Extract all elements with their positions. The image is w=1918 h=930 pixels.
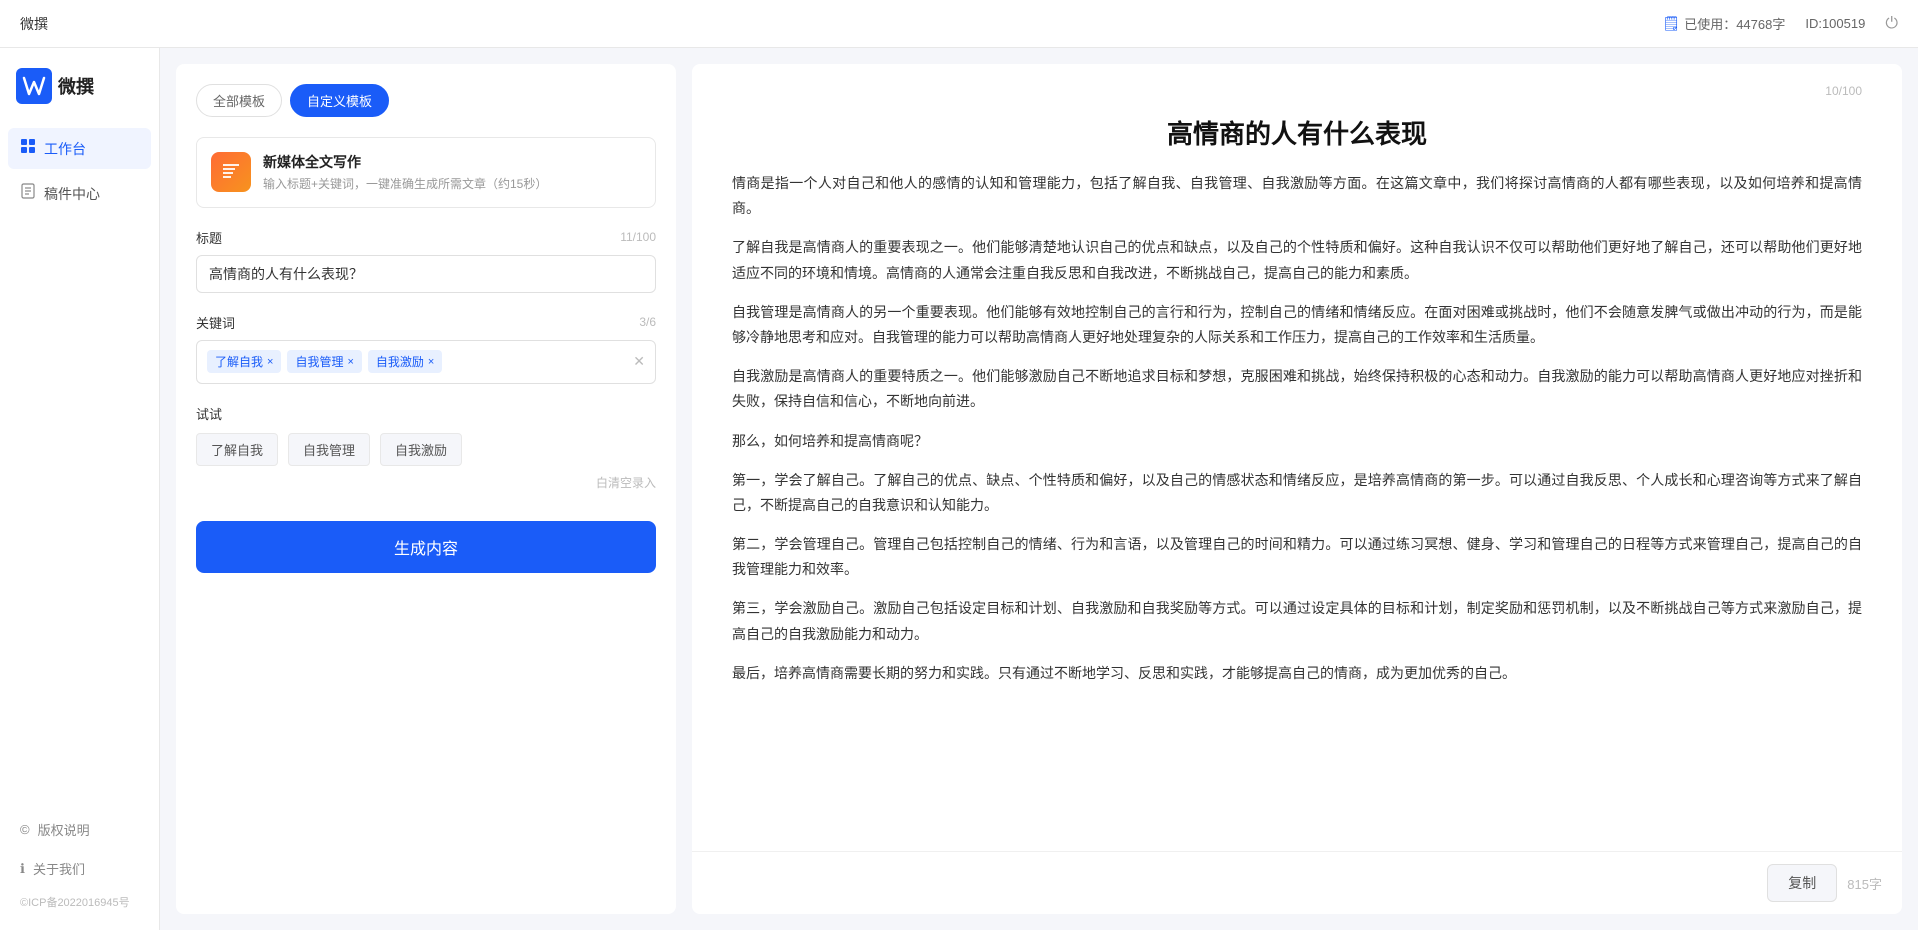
keyword-tag-1-remove[interactable]: ×	[267, 356, 273, 368]
content-area: ◀ 全部模板 自定义模板 新媒体全文写作 输入标题+关键词，一键准确生成所需文章…	[160, 48, 1918, 930]
tab-all-templates[interactable]: 全部模板	[196, 84, 282, 117]
preview-footer: 复制 815字	[692, 851, 1902, 914]
title-label-row: 标题 11/100	[196, 228, 656, 247]
keywords-count: 3/6	[639, 315, 656, 329]
template-info: 新媒体全文写作 输入标题+关键词，一键准确生成所需文章（约15秒）	[263, 152, 641, 193]
preview-para-1: 情商是指一个人对自己和他人的感情的认知和管理能力，包括了解自我、自我管理、自我激…	[732, 171, 1862, 221]
info-icon: ℹ	[20, 861, 25, 877]
preview-header: 10/100	[692, 64, 1902, 98]
keyword-tag-2[interactable]: 自我管理 ×	[287, 350, 361, 373]
sidebar-item-copyright[interactable]: © 版权说明	[8, 812, 151, 847]
try-label: 试试	[196, 404, 656, 423]
template-icon	[211, 152, 251, 192]
right-panel: 10/100 高情商的人有什么表现 情商是指一个人对自己和他人的感情的认知和管理…	[692, 64, 1902, 914]
power-icon[interactable]: ⏻	[1885, 15, 1898, 33]
title-count: 11/100	[620, 230, 656, 244]
workbench-icon	[20, 138, 36, 159]
preview-para-6: 第一，学会了解自己。了解自己的优点、缺点、个性特质和偏好，以及自己的情感状态和情…	[732, 468, 1862, 518]
topbar-title: 微撰	[20, 14, 48, 34]
title-label: 标题	[196, 228, 222, 247]
try-tags: 了解自我 自我管理 自我激励	[196, 433, 656, 466]
drafts-icon	[20, 183, 36, 204]
preview-para-5: 那么，如何培养和提高情商呢？	[732, 429, 1862, 454]
preview-para-9: 最后，培养高情商需要长期的努力和实践。只有通过不断地学习、反思和实践，才能够提高…	[732, 661, 1862, 686]
keyword-tag-1-text: 了解自我	[215, 353, 263, 370]
logo-area: 微撰	[0, 68, 159, 128]
usage-text: 已使用：44768字	[1684, 14, 1785, 33]
keyword-tag-1[interactable]: 了解自我 ×	[207, 350, 281, 373]
sidebar: 微撰 工作台	[0, 48, 160, 930]
document-icon: 🗒	[1662, 15, 1680, 32]
try-tag-2[interactable]: 自我管理	[288, 433, 370, 466]
preview-para-8: 第三，学会激励自己。激励自己包括设定目标和计划、自我激励和自我奖励等方式。可以通…	[732, 596, 1862, 646]
preview-para-3: 自我管理是高情商人的另一个重要表现。他们能够有效地控制自己的言行和行为，控制自己…	[732, 300, 1862, 350]
sidebar-item-drafts-label: 稿件中心	[44, 184, 100, 204]
keywords-label-row: 关键词 3/6	[196, 313, 656, 332]
topbar-id: ID:100519	[1805, 16, 1865, 31]
topbar: 微撰 🗒 已使用：44768字 ID:100519 ⏻	[0, 0, 1918, 48]
sidebar-nav: 工作台 稿件中心	[0, 128, 159, 214]
preview-para-4: 自我激励是高情商人的重要特质之一。他们能够激励自己不断地追求目标和梦想，克服困难…	[732, 364, 1862, 414]
tab-custom-templates[interactable]: 自定义模板	[290, 84, 389, 117]
sidebar-bottom: © 版权说明 ℹ 关于我们 ©ICP备2022016945号	[0, 812, 159, 930]
template-card[interactable]: 新媒体全文写作 输入标题+关键词，一键准确生成所需文章（约15秒）	[196, 137, 656, 208]
copyright-icon: ©	[20, 822, 30, 837]
generate-button[interactable]: 生成内容	[196, 521, 656, 573]
keywords-clear-button[interactable]: ✕	[633, 353, 645, 370]
preview-para-2: 了解自我是高情商人的重要表现之一。他们能够清楚地认识自己的优点和缺点，以及自己的…	[732, 235, 1862, 285]
try-tag-3[interactable]: 自我激励	[380, 433, 462, 466]
sidebar-item-workbench-label: 工作台	[44, 139, 86, 159]
copy-button[interactable]: 复制	[1767, 864, 1837, 902]
word-count: 815字	[1847, 874, 1882, 893]
keyword-tag-3-remove[interactable]: ×	[428, 356, 434, 368]
keyword-tag-2-text: 自我管理	[295, 353, 343, 370]
left-panel: ◀ 全部模板 自定义模板 新媒体全文写作 输入标题+关键词，一键准确生成所需文章…	[176, 64, 676, 914]
main-layout: 微撰 工作台	[0, 48, 1918, 930]
logo-text: 微撰	[58, 73, 94, 99]
preview-title: 高情商的人有什么表现	[732, 114, 1862, 151]
sidebar-item-about[interactable]: ℹ 关于我们	[8, 851, 151, 886]
keyword-tag-2-remove[interactable]: ×	[347, 356, 353, 368]
keyword-tag-3-text: 自我激励	[376, 353, 424, 370]
sidebar-item-drafts[interactable]: 稿件中心	[8, 173, 151, 214]
icp-text: ©ICP备2022016945号	[8, 890, 151, 914]
keywords-label: 关键词	[196, 313, 235, 332]
keywords-box[interactable]: 了解自我 × 自我管理 × 自我激励 × ✕	[196, 340, 656, 384]
keywords-section: 关键词 3/6 了解自我 × 自我管理 × 自我激励 ×	[196, 313, 656, 384]
preview-content: 情商是指一个人对自己和他人的感情的认知和管理能力，包括了解自我、自我管理、自我激…	[692, 171, 1902, 851]
sidebar-item-about-label: 关于我们	[33, 859, 85, 878]
sidebar-item-workbench[interactable]: 工作台	[8, 128, 151, 169]
template-tabs: 全部模板 自定义模板	[196, 84, 656, 117]
try-section: 试试 了解自我 自我管理 自我激励 白清空录入	[196, 404, 656, 491]
title-section: 标题 11/100	[196, 228, 656, 293]
keyword-tag-3[interactable]: 自我激励 ×	[368, 350, 442, 373]
preview-title-area: 高情商的人有什么表现	[692, 98, 1902, 171]
preview-page-count: 10/100	[1825, 84, 1862, 98]
template-desc: 输入标题+关键词，一键准确生成所需文章（约15秒）	[263, 176, 641, 193]
topbar-right: 🗒 已使用：44768字 ID:100519 ⏻	[1662, 14, 1898, 33]
template-name: 新媒体全文写作	[263, 152, 641, 172]
title-input[interactable]	[196, 255, 656, 293]
preview-para-7: 第二，学会管理自己。管理自己包括控制自己的情绪、行为和言语，以及管理自己的时间和…	[732, 532, 1862, 582]
clear-link[interactable]: 白清空录入	[196, 474, 656, 491]
try-tag-1[interactable]: 了解自我	[196, 433, 278, 466]
logo-icon	[16, 68, 52, 104]
sidebar-item-copyright-label: 版权说明	[38, 820, 90, 839]
topbar-usage: 🗒 已使用：44768字	[1662, 14, 1785, 33]
